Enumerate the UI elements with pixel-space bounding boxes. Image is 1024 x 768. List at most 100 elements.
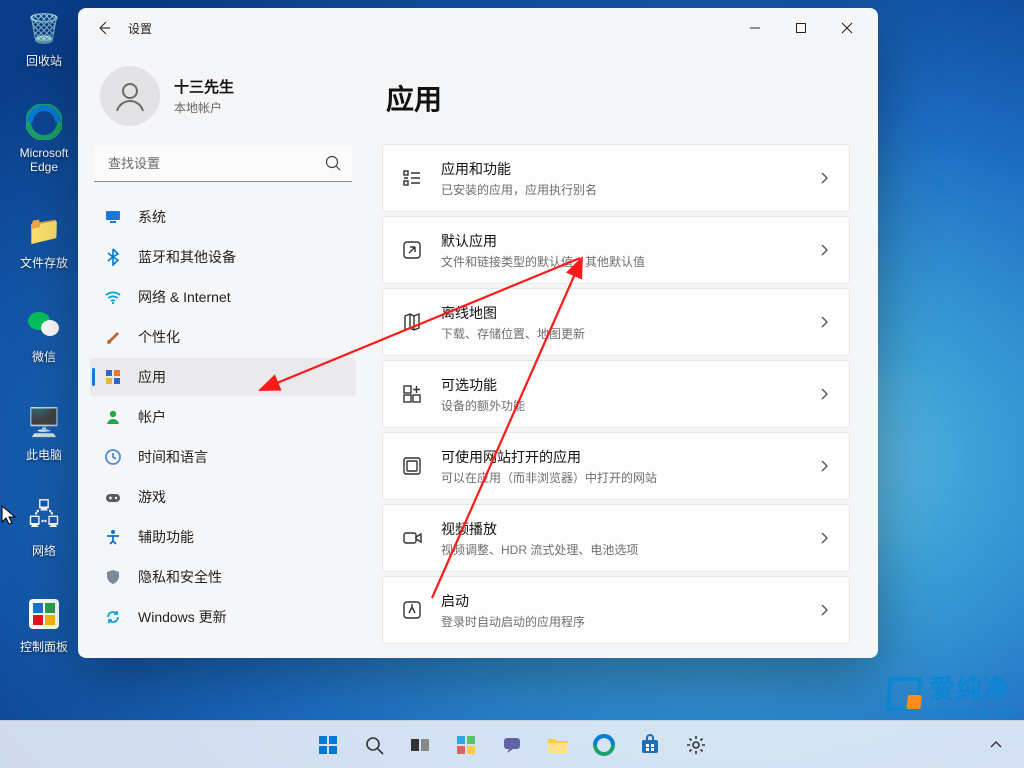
monitor-icon [104,208,122,226]
titlebar[interactable]: 设置 [78,8,878,48]
maximize-button[interactable] [778,12,824,44]
sidebar-item-network[interactable]: 网络 & Internet [90,278,356,316]
sidebar-item-system[interactable]: 系统 [90,198,356,236]
sidebar-nav: 系统蓝牙和其他设备网络 & Internet 个性化应用帐户时间和语言游戏辅助功能… [90,198,356,636]
thispc-icon: 🖥️ [24,402,64,442]
taskbar [0,720,1024,768]
website-icon [401,455,423,477]
card-title: 可使用网站打开的应用 [441,447,799,467]
edge-icon [24,102,64,142]
recycle-bin-icon: 🗑️ [24,8,64,48]
map-icon [401,311,423,333]
update-icon [104,608,122,626]
sidebar-item-update[interactable]: Windows 更新 [90,598,356,636]
chevron-right-icon [817,531,831,545]
account-block[interactable]: 十三先生 本地帐户 [90,58,356,146]
sidebar-item-label: 应用 [138,367,166,387]
card-title: 可选功能 [441,375,799,395]
search-icon [324,154,342,172]
desktop-icon-recycle[interactable]: 🗑️ 回收站 [6,8,82,69]
card-subtitle: 下载、存储位置、地图更新 [441,325,799,342]
card-title: 应用和功能 [441,159,799,179]
sidebar-item-label: 游戏 [138,487,166,507]
taskbar-settings-icon[interactable] [676,725,716,765]
watermark-logo-icon [885,677,923,711]
chevron-right-icon [817,387,831,401]
desktop-icon-edge[interactable]: Microsoft Edge [6,102,82,174]
sidebar-item-privacy[interactable]: 隐私和安全性 [90,558,356,596]
account-name: 十三先生 [174,76,234,97]
folder-icon: 📁 [24,210,64,250]
desktop-icon-thispc[interactable]: 🖥️ 此电脑 [6,402,82,463]
desktop-icon-folder[interactable]: 📁 文件存放 [6,210,82,271]
main-content: 应用 应用和功能已安装的应用，应用执行别名 默认应用文件和链接类型的默认值，其他… [368,48,878,658]
desktop-icon-wechat[interactable]: 微信 [6,304,82,365]
sidebar-item-apps[interactable]: 应用 [90,358,356,396]
card-subtitle: 已安装的应用，应用执行别名 [441,181,799,198]
brush-icon [104,328,122,346]
network-icon: 🖧 [24,498,64,538]
app-title: 设置 [128,20,152,37]
access-icon [104,528,122,546]
sidebar-item-label: 辅助功能 [138,527,194,547]
search-input[interactable] [94,146,352,182]
taskbar-store-icon[interactable] [630,725,670,765]
shield-icon [104,568,122,586]
wechat-icon [24,304,64,344]
sidebar-item-time[interactable]: 时间和语言 [90,438,356,476]
card-title: 视频播放 [441,519,799,539]
card-title: 离线地图 [441,303,799,323]
minimize-button[interactable] [732,12,778,44]
taskbar-start-icon[interactable] [308,725,348,765]
taskbar-center [308,725,716,765]
watermark: 爱纯净 aichunjing.com [887,669,1016,718]
card-optional-features[interactable]: 可选功能设备的额外功能 [382,360,850,428]
back-button[interactable] [96,20,112,36]
card-offline-maps[interactable]: 离线地图下载、存储位置、地图更新 [382,288,850,356]
avatar-icon [100,66,160,126]
card-startup[interactable]: 启动登录时自动启动的应用程序 [382,576,850,644]
addgrid-icon [401,383,423,405]
chevron-right-icon [817,243,831,257]
startup-icon [401,599,423,621]
sidebar-item-personalize[interactable]: 个性化 [90,318,356,356]
card-apps-features[interactable]: 应用和功能已安装的应用，应用执行别名 [382,144,850,212]
taskbar-chevron-up-icon[interactable] [976,725,1016,765]
taskbar-search-icon[interactable] [354,725,394,765]
desktop-icon-controlpanel[interactable]: 控制面板 [6,594,82,655]
taskbar-widgets-icon[interactable] [446,725,486,765]
card-video-playback[interactable]: 视频播放视频调整、HDR 流式处理、电池选项 [382,504,850,572]
chevron-right-icon [817,459,831,473]
taskbar-taskview-icon[interactable] [400,725,440,765]
card-apps-for-websites[interactable]: 可使用网站打开的应用可以在应用（而非浏览器）中打开的网站 [382,432,850,500]
close-button[interactable] [824,12,870,44]
sidebar-item-gaming[interactable]: 游戏 [90,478,356,516]
arrowbox-icon [401,239,423,261]
taskbar-edge-icon[interactable] [584,725,624,765]
taskbar-explorer-icon[interactable] [538,725,578,765]
chevron-right-icon [817,315,831,329]
sidebar-item-bluetooth[interactable]: 蓝牙和其他设备 [90,238,356,276]
card-subtitle: 视频调整、HDR 流式处理、电池选项 [441,541,799,558]
card-title: 启动 [441,591,799,611]
card-subtitle: 可以在应用（而非浏览器）中打开的网站 [441,469,799,486]
controlpanel-icon [24,594,64,634]
desktop-icon-network[interactable]: 🖧 网络 [6,498,82,559]
sidebar-item-accessibility[interactable]: 辅助功能 [90,518,356,556]
clock-icon [104,448,122,466]
sidebar-item-accounts[interactable]: 帐户 [90,398,356,436]
chevron-right-icon [817,603,831,617]
wifi-icon [104,288,122,306]
sidebar-item-label: 个性化 [138,327,180,347]
grid-icon [104,368,122,386]
settings-window: 设置 十三先生 本地帐户 系统蓝牙和其他设备 [78,8,878,658]
card-subtitle: 登录时自动启动的应用程序 [441,613,799,630]
person-icon [104,408,122,426]
sidebar-item-label: 网络 & Internet [138,287,231,307]
search-box[interactable] [94,146,352,182]
taskbar-chat-icon[interactable] [492,725,532,765]
chevron-right-icon [817,171,831,185]
card-default-apps[interactable]: 默认应用文件和链接类型的默认值，其他默认值 [382,216,850,284]
sidebar-item-label: 隐私和安全性 [138,567,222,587]
sidebar-item-label: 帐户 [138,407,166,427]
